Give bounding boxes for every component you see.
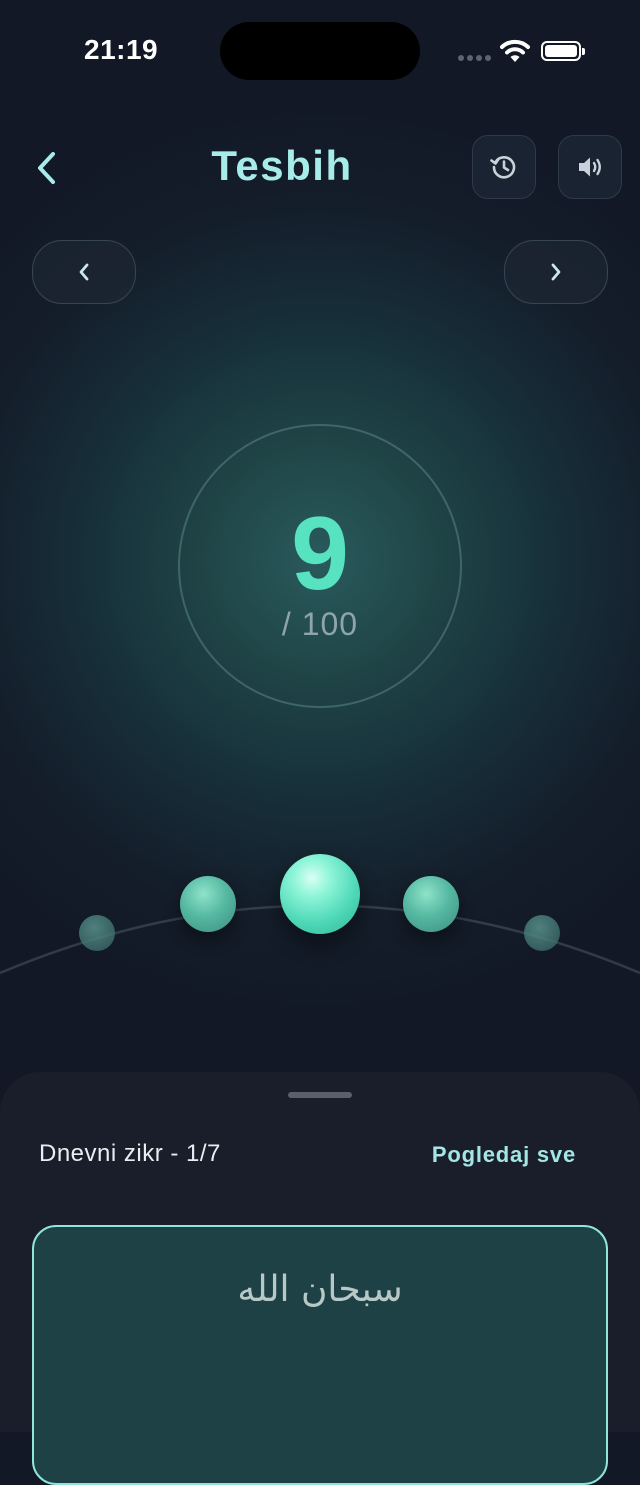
next-zikr-button[interactable] — [504, 240, 608, 304]
bead — [180, 876, 236, 932]
bottom-sheet: Dnevni zikr - 1/7 Pogledaj sve سبحان الل… — [0, 1072, 640, 1485]
sound-button[interactable] — [558, 135, 622, 199]
view-all-link[interactable]: Pogledaj sve — [432, 1142, 576, 1168]
sheet-grabber[interactable] — [288, 1092, 352, 1098]
counter-circle[interactable]: 9 / 100 — [178, 424, 462, 708]
status-time: 21:19 — [84, 34, 159, 65]
bead — [403, 876, 459, 932]
dynamic-island — [220, 22, 420, 80]
count-value: 9 — [291, 496, 349, 612]
daily-zikr-title: Dnevni zikr - 1/7 — [39, 1140, 221, 1167]
status-bar: 21:19 — [0, 0, 640, 100]
bead — [79, 915, 115, 951]
count-target: / 100 — [281, 606, 359, 642]
bead — [524, 915, 560, 951]
history-icon — [490, 155, 516, 179]
zikr-card[interactable]: سبحان الله — [32, 1225, 608, 1485]
chevron-left-icon — [79, 263, 89, 281]
battery-icon — [541, 41, 585, 61]
bead-current[interactable] — [280, 854, 360, 934]
cellular-signal-icon — [458, 55, 492, 61]
chevron-right-icon — [551, 263, 561, 281]
history-button[interactable] — [472, 135, 536, 199]
previous-zikr-button[interactable] — [32, 240, 136, 304]
speaker-icon — [579, 157, 601, 177]
zikr-arabic-text: سبحان الله — [237, 1269, 403, 1310]
wifi-icon — [500, 38, 530, 64]
bead-track[interactable] — [0, 840, 640, 1000]
